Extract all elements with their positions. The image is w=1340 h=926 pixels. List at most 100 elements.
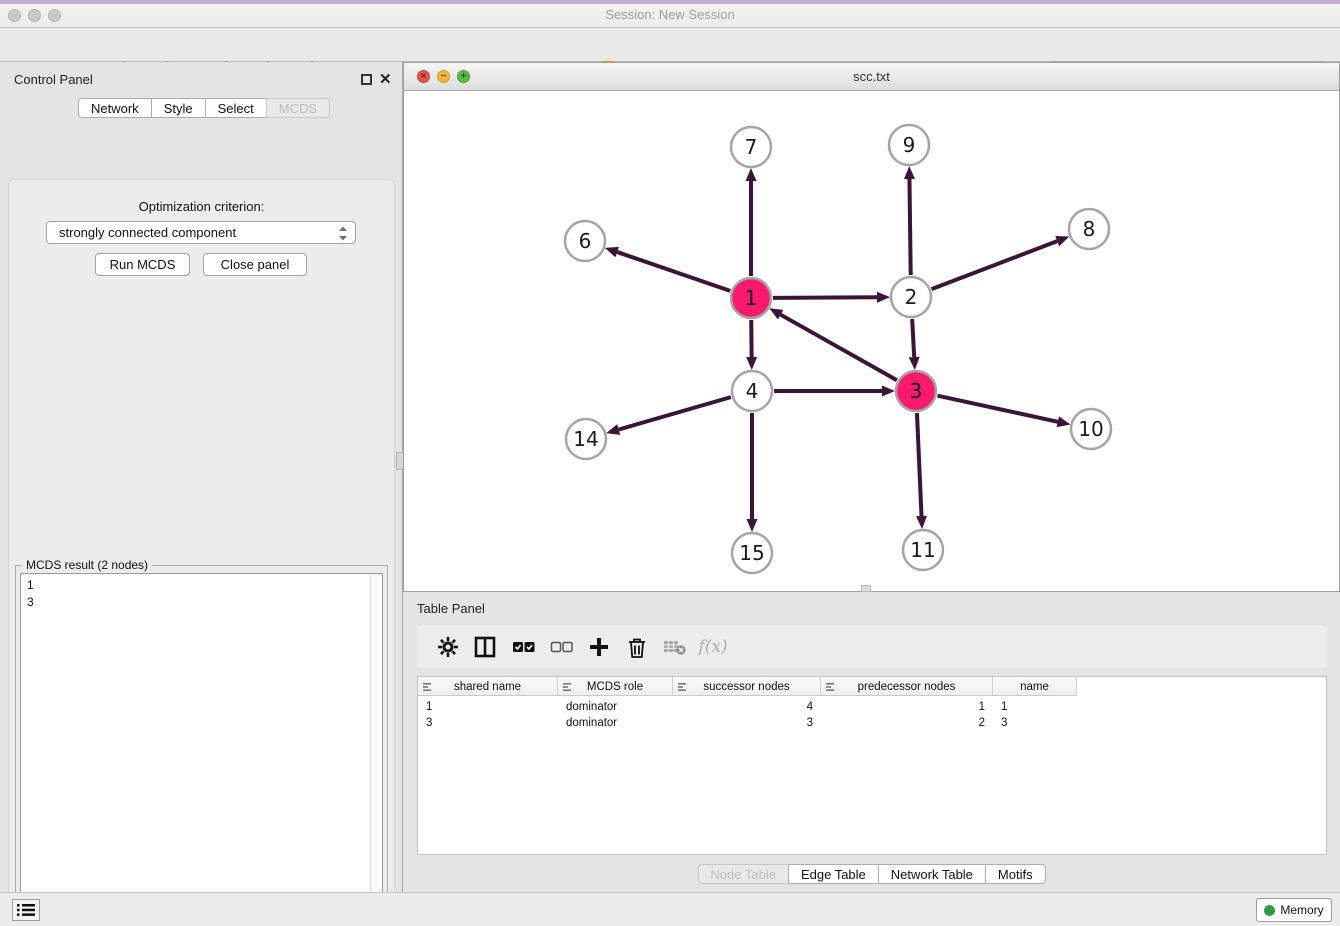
- graph-edge-arrowhead: [746, 168, 757, 181]
- cell-predecessor-nodes: 2: [821, 715, 993, 731]
- titlebar: Session: New Session: [0, 0, 1340, 28]
- table-settings-button[interactable]: [435, 635, 461, 659]
- column-header-shared-name[interactable]: shared name: [418, 677, 558, 696]
- memory-button[interactable]: Memory: [1256, 898, 1332, 922]
- graph-edge[interactable]: [773, 297, 877, 298]
- cell-shared-name: 3: [418, 715, 558, 731]
- delete-table-button[interactable]: [662, 635, 688, 659]
- show-panels-button[interactable]: [12, 899, 40, 921]
- table-tabs: Node Table Edge Table Network Table Moti…: [697, 864, 1045, 884]
- optimization-criterion-select[interactable]: strongly connected component: [46, 221, 356, 244]
- titlebar-accent: [0, 0, 1340, 4]
- table-panel: Table Panel ✕: [403, 592, 1340, 892]
- graph-edge-arrowhead: [747, 519, 758, 532]
- table-header: shared name MCDS role successor nodes pr…: [418, 677, 1077, 696]
- memory-label: Memory: [1280, 903, 1323, 917]
- graph-node-label: 11: [910, 538, 935, 562]
- canvas-table-splitter-handle[interactable]: [861, 585, 871, 592]
- table-row[interactable]: 1 dominator 4 1 1: [418, 699, 1077, 715]
- clear-selection-icon: [550, 640, 573, 655]
- network-canvas[interactable]: 7968124314101511: [404, 91, 1339, 591]
- graph-edge-arrowhead: [909, 357, 920, 370]
- cell-name: 1: [993, 699, 1077, 715]
- application-window: Session: New Session: [0, 0, 1340, 926]
- graph-node-label: 3: [910, 379, 923, 403]
- column-header-name[interactable]: name: [993, 677, 1077, 696]
- graph-node-label: 8: [1083, 217, 1096, 241]
- result-line: 1: [27, 577, 382, 594]
- float-panel-icon[interactable]: [361, 74, 372, 85]
- tab-node-table[interactable]: Node Table: [697, 864, 788, 884]
- column-header-mcds-role[interactable]: MCDS role: [558, 677, 673, 696]
- network-window-titlebar: × − + scc.txt: [404, 63, 1339, 91]
- select-all-icon: [512, 640, 535, 655]
- fx-icon: f(x): [698, 637, 727, 657]
- close-panel-icon[interactable]: ✕: [379, 74, 392, 85]
- tab-style[interactable]: Style: [151, 98, 205, 118]
- clear-selection-button[interactable]: [548, 635, 574, 659]
- trash-icon: [627, 637, 647, 658]
- memory-status-icon: [1264, 905, 1275, 916]
- tab-network-table[interactable]: Network Table: [878, 864, 985, 884]
- tab-mcds[interactable]: MCDS: [266, 98, 330, 118]
- tab-motifs[interactable]: Motifs: [985, 864, 1046, 884]
- status-bar: Memory: [0, 892, 1340, 926]
- control-panel-title: Control Panel: [14, 72, 93, 87]
- graph-edge[interactable]: [909, 179, 910, 275]
- cell-successor-nodes: 3: [673, 715, 821, 731]
- tab-edge-table[interactable]: Edge Table: [788, 864, 878, 884]
- graph-node-label: 10: [1078, 417, 1103, 441]
- graph-edge-arrowhead: [877, 292, 890, 303]
- column-header-predecessor-nodes[interactable]: predecessor nodes: [821, 677, 993, 696]
- cell-mcds-role: dominator: [558, 699, 673, 715]
- graph-edge-arrowhead: [916, 516, 927, 529]
- table-row[interactable]: 3 dominator 3 2 3: [418, 715, 1077, 731]
- window-title: Session: New Session: [0, 7, 1340, 22]
- table-panel-title: Table Panel: [417, 601, 485, 616]
- result-scrollbar[interactable]: [370, 574, 382, 926]
- sort-icon: [562, 682, 572, 692]
- graph-edge[interactable]: [937, 396, 1057, 422]
- graph-edge[interactable]: [781, 315, 897, 381]
- table-toolbar: f(x): [417, 625, 1327, 668]
- show-columns-button[interactable]: [472, 635, 498, 659]
- network-window-title: scc.txt: [404, 69, 1339, 84]
- graph-node-label: 14: [573, 427, 598, 451]
- graph-edge[interactable]: [617, 252, 730, 291]
- function-builder-button[interactable]: f(x): [700, 635, 726, 659]
- result-line: 3: [27, 594, 382, 611]
- add-row-button[interactable]: [586, 635, 612, 659]
- main-toolbar: [0, 28, 1340, 62]
- cell-predecessor-nodes: 1: [821, 699, 993, 715]
- graph-node-label: 7: [745, 135, 758, 159]
- column-header-successor-nodes[interactable]: successor nodes: [673, 677, 821, 696]
- select-stepper-icon: [337, 225, 349, 242]
- graph-edge[interactable]: [932, 241, 1058, 289]
- mcds-result-textarea[interactable]: 1 3: [20, 573, 383, 926]
- control-panel-tabs: Network Style Select MCDS: [78, 98, 330, 118]
- graph-edge-arrowhead: [746, 357, 757, 370]
- graph-edge-arrowhead: [606, 424, 620, 435]
- delete-table-icon: [663, 638, 687, 656]
- cell-successor-nodes: 4: [673, 699, 821, 715]
- sort-icon: [825, 682, 835, 692]
- network-view-window: × − + scc.txt 7968124314101511: [403, 62, 1340, 592]
- close-panel-button[interactable]: Close panel: [203, 253, 307, 276]
- plus-icon: [589, 637, 609, 657]
- tab-network[interactable]: Network: [78, 98, 151, 118]
- graph-edge[interactable]: [619, 397, 731, 429]
- sort-icon: [677, 682, 687, 692]
- graph-node-label: 4: [746, 379, 759, 403]
- delete-row-button[interactable]: [624, 635, 650, 659]
- graph-node-label: 9: [903, 133, 916, 157]
- graph-edge-arrowhead: [1055, 236, 1069, 246]
- graph-edge[interactable]: [912, 319, 914, 357]
- network-graph: 7968124314101511: [404, 91, 1339, 591]
- tab-select[interactable]: Select: [205, 98, 266, 118]
- gear-icon: [437, 636, 459, 658]
- graph-node-label: 6: [579, 229, 592, 253]
- run-mcds-button[interactable]: Run MCDS: [95, 253, 190, 276]
- control-panel: Control Panel ✕ Network Style Select MCD…: [0, 62, 403, 892]
- select-all-rows-button[interactable]: [510, 635, 536, 659]
- graph-edge[interactable]: [917, 413, 922, 516]
